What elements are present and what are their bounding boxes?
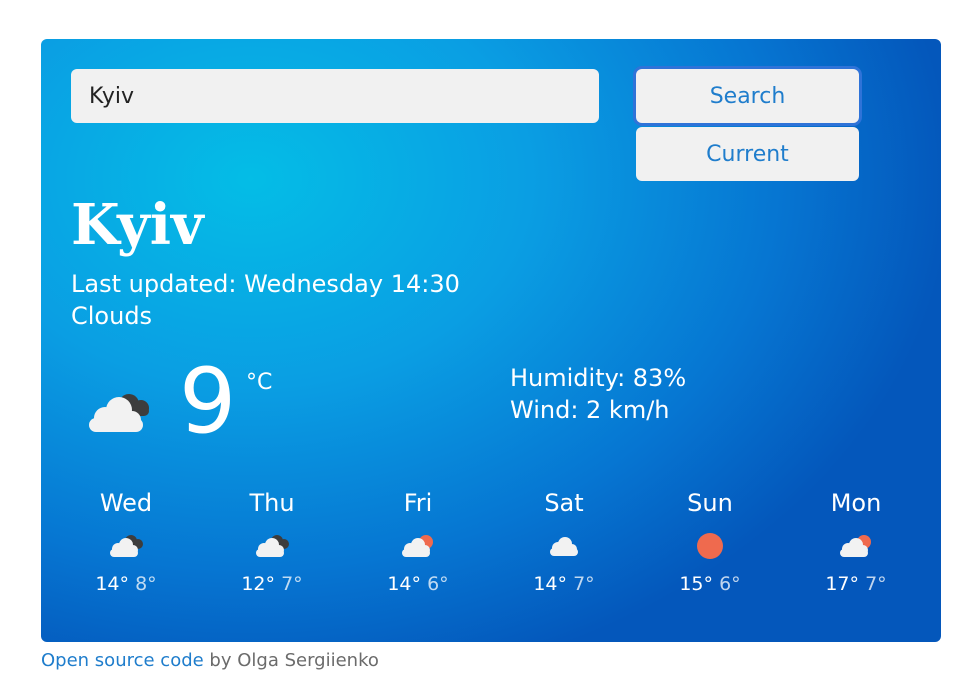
forecast-min-temp: 7°: [281, 573, 303, 595]
forecast-day-name: Wed: [99, 489, 153, 517]
forecast-day: Wed 14° 8°: [53, 491, 199, 594]
forecast-day: Fri 14° 6°: [345, 491, 491, 594]
forecast-day: Thu 12° 7°: [199, 491, 345, 594]
weather-card: Search Current Kyiv Last updated: Wednes…: [41, 39, 941, 642]
forecast-max-temp: 14°: [95, 573, 130, 595]
broken-clouds-icon: [83, 384, 155, 444]
temperature-unit: °C: [246, 370, 273, 395]
search-button[interactable]: Search: [636, 69, 859, 123]
current-temperature: 9: [179, 349, 237, 454]
forecast-min-temp: 6°: [427, 573, 449, 595]
wind-text: Wind: 2 km/h: [510, 396, 670, 425]
city-name: Kyiv: [71, 192, 204, 258]
broken-clouds-icon: [53, 523, 199, 569]
open-source-link[interactable]: Open source code: [41, 650, 204, 671]
forecast-min-temp: 7°: [865, 573, 887, 595]
last-updated-text: Last updated: Wednesday 14:30: [71, 270, 460, 298]
sun-behind-cloud-icon: [783, 523, 929, 569]
forecast-day-name: Sat: [544, 489, 584, 517]
city-search-input[interactable]: [71, 69, 599, 123]
current-location-button[interactable]: Current: [636, 127, 859, 181]
weather-description: Clouds: [71, 302, 153, 330]
forecast-max-temp: 14°: [387, 573, 422, 595]
forecast-row: Wed 14° 8° Thu 12° 7° Fri 14° 6° Sat 14°…: [53, 491, 929, 594]
forecast-min-temp: 6°: [719, 573, 741, 595]
forecast-max-temp: 17°: [825, 573, 860, 595]
humidity-text: Humidity: 83%: [510, 364, 687, 392]
forecast-max-temp: 15°: [679, 573, 714, 595]
footer: Open source code by Olga Sergiienko: [41, 650, 379, 671]
forecast-min-temp: 7°: [573, 573, 595, 595]
forecast-max-temp: 12°: [241, 573, 276, 595]
forecast-max-temp: 14°: [533, 573, 568, 595]
forecast-min-temp: 8°: [135, 573, 157, 595]
forecast-day-name: Fri: [403, 489, 433, 517]
forecast-day: Mon 17° 7°: [783, 491, 929, 594]
sun-behind-cloud-icon: [345, 523, 491, 569]
forecast-day: Sat 14° 7°: [491, 491, 637, 594]
forecast-day: Sun 15° 6°: [637, 491, 783, 594]
cloud-icon: [491, 523, 637, 569]
forecast-day-name: Mon: [830, 489, 882, 517]
broken-clouds-icon: [199, 523, 345, 569]
forecast-day-name: Sun: [687, 489, 733, 517]
forecast-day-name: Thu: [249, 489, 295, 517]
weather-details: Humidity: 83% Wind: 2 km/h: [510, 362, 686, 427]
sun-icon: [637, 523, 783, 569]
author-credit: by Olga Sergiienko: [203, 650, 379, 671]
